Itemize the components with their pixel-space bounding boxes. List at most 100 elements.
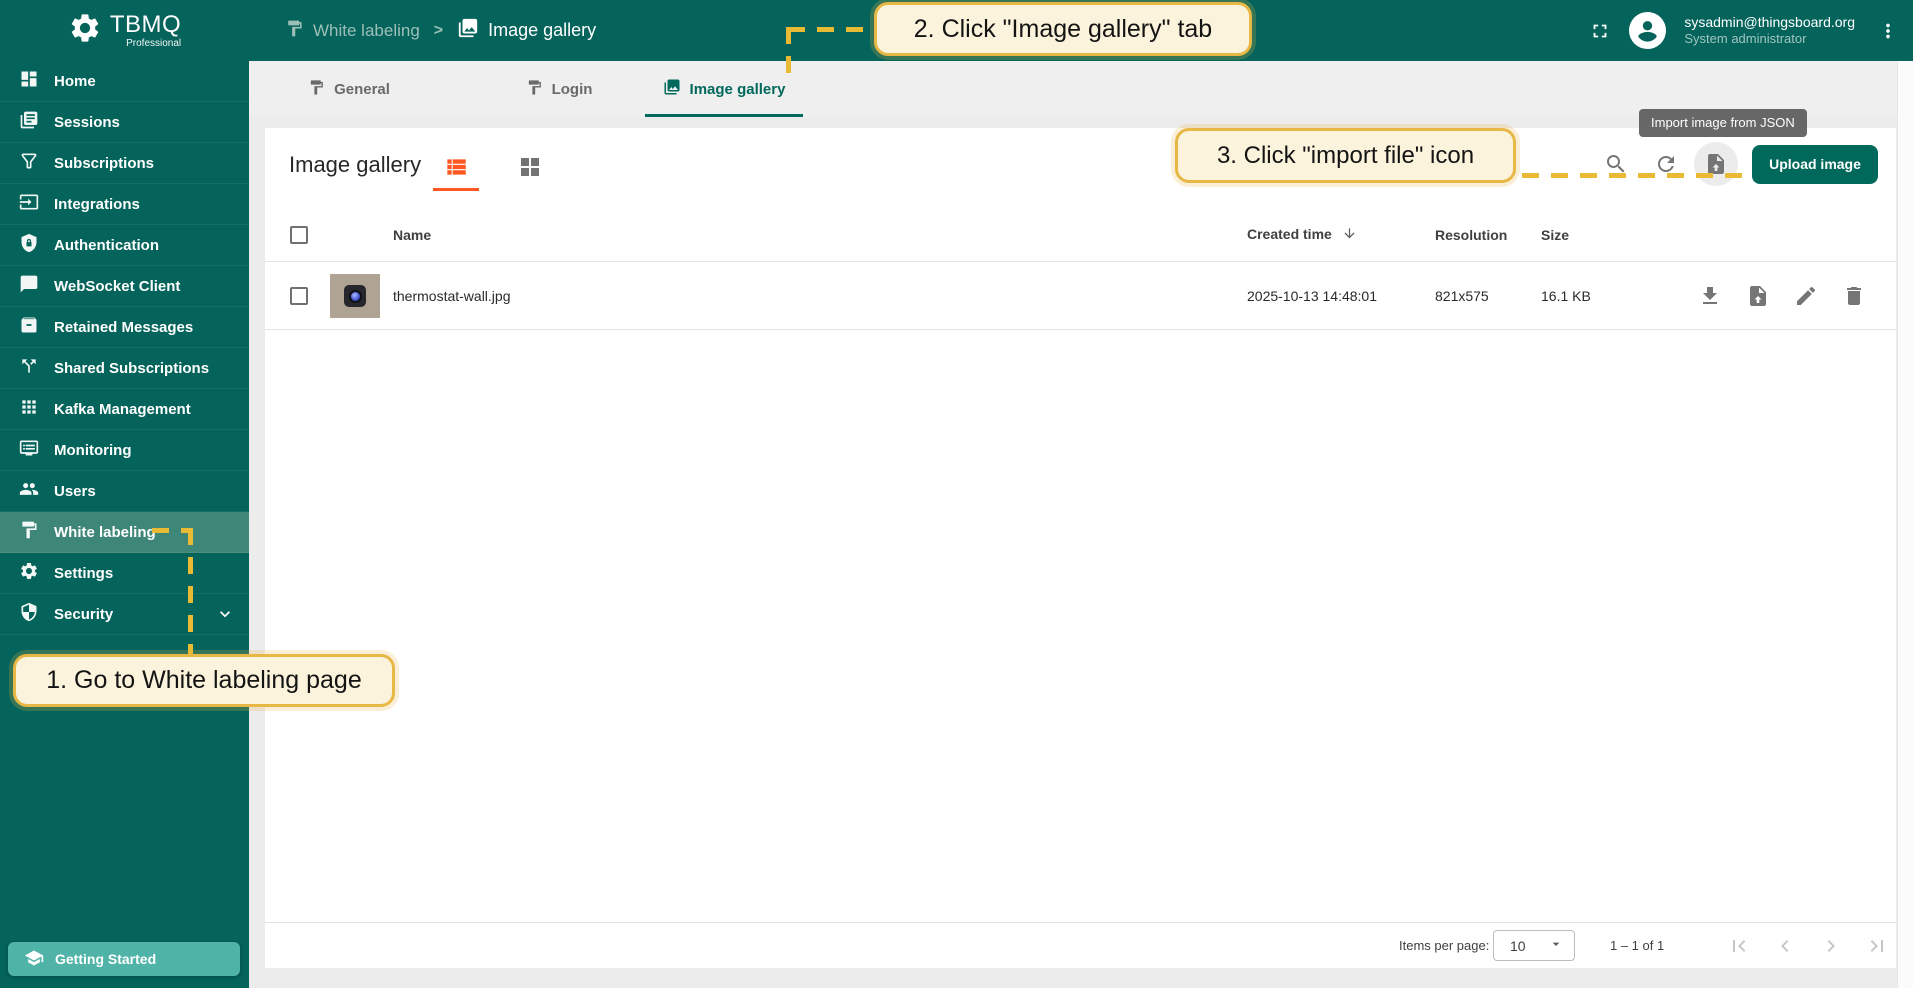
tab-label: General xyxy=(334,80,390,98)
sessions-icon xyxy=(19,110,39,134)
input-icon xyxy=(19,192,39,216)
annotation-step-1: 1. Go to White labeling page xyxy=(13,654,395,707)
sidebar-item-security[interactable]: Security xyxy=(0,594,249,635)
gallery-toolbar: Image gallery Upload image xyxy=(265,128,1896,208)
breadcrumb-white-labeling[interactable]: White labeling xyxy=(285,19,420,43)
sidebar-item-label: Monitoring xyxy=(54,441,132,459)
people-icon xyxy=(19,479,39,503)
breadcrumb-current-label: Image gallery xyxy=(488,20,597,40)
getting-started-button[interactable]: Getting Started xyxy=(8,942,240,976)
annotation-connector-2-horizontal xyxy=(788,27,874,32)
grid-view-icon[interactable] xyxy=(507,148,553,186)
annotation-connector-1-horizontal xyxy=(152,528,192,533)
tab-image-gallery[interactable]: Image gallery xyxy=(645,61,803,117)
sidebar-item-label: Kafka Management xyxy=(54,400,191,418)
sidebar-item-shared-subscriptions[interactable]: Shared Subscriptions xyxy=(0,348,249,389)
sort-descending-icon xyxy=(1342,226,1357,244)
column-header-resolution[interactable]: Resolution xyxy=(1435,227,1507,243)
sidebar-item-integrations[interactable]: Integrations xyxy=(0,184,249,225)
edit-icon[interactable] xyxy=(1794,284,1818,308)
delete-icon[interactable] xyxy=(1842,284,1866,308)
filter-icon xyxy=(19,151,39,175)
sidebar-item-sessions[interactable]: Sessions xyxy=(0,102,249,143)
sidebar-item-label: Home xyxy=(54,72,96,90)
sidebar-item-users[interactable]: Users xyxy=(0,471,249,512)
table-row[interactable]: thermostat-wall.jpg 2025-10-13 14:48:01 … xyxy=(265,262,1896,330)
sidebar-item-retained-messages[interactable]: Retained Messages xyxy=(0,307,249,348)
upload-image-button[interactable]: Upload image xyxy=(1752,144,1878,184)
pagination-range: 1 – 1 of 1 xyxy=(1610,938,1665,953)
header-right: sysadmin@thingsboard.org System administ… xyxy=(1589,0,1899,61)
list-view-icon[interactable] xyxy=(433,148,479,191)
sidebar-item-subscriptions[interactable]: Subscriptions xyxy=(0,143,249,184)
scrollbar-track[interactable] xyxy=(1897,61,1913,988)
paint-roller-icon xyxy=(308,79,325,100)
chat-icon xyxy=(19,274,39,298)
download-icon[interactable] xyxy=(1698,284,1722,308)
next-page-icon[interactable] xyxy=(1819,934,1843,958)
import-file-icon[interactable] xyxy=(1694,142,1738,186)
sidebar-item-label: Shared Subscriptions xyxy=(54,359,210,377)
sidebar-item-label: White labeling xyxy=(54,523,156,541)
paint-roller-icon xyxy=(526,79,543,100)
cell-resolution: 821x575 xyxy=(1435,287,1489,304)
more-vert-icon[interactable] xyxy=(1877,20,1899,42)
breadcrumb-parent-label: White labeling xyxy=(313,20,420,40)
avatar[interactable] xyxy=(1629,12,1667,49)
tab-login[interactable]: Login xyxy=(504,61,614,117)
split-icon xyxy=(19,356,39,380)
cell-created-time: 2025-10-13 14:48:01 xyxy=(1247,287,1377,304)
annotation-connector-1-vertical xyxy=(188,528,193,654)
last-page-icon[interactable] xyxy=(1865,934,1889,958)
pagination-bar: Items per page: 10 1 – 1 of 1 xyxy=(265,922,1896,968)
page-size-value: 10 xyxy=(1510,937,1526,954)
search-icon[interactable] xyxy=(1594,142,1638,186)
app-logo[interactable]: TBMQ Professional xyxy=(0,11,249,50)
breadcrumb-separator: > xyxy=(433,21,444,39)
refresh-icon[interactable] xyxy=(1644,142,1688,186)
shield-icon xyxy=(19,602,39,626)
image-thumbnail[interactable] xyxy=(330,274,380,318)
column-header-created-time[interactable]: Created time xyxy=(1247,225,1357,243)
items-per-page-label: Items per page: xyxy=(1399,938,1490,953)
thermostat-thumbnail-art xyxy=(344,285,366,307)
chevron-down-icon[interactable] xyxy=(215,604,235,624)
select-all-checkbox[interactable] xyxy=(290,225,308,244)
getting-started-label: Getting Started xyxy=(55,951,157,967)
apps-icon xyxy=(19,397,39,421)
column-header-name[interactable]: Name xyxy=(393,227,431,243)
tab-general[interactable]: General xyxy=(284,61,414,117)
cell-size: 16.1 KB xyxy=(1541,287,1591,304)
sidebar-item-kafka-management[interactable]: Kafka Management xyxy=(0,389,249,430)
previous-page-icon[interactable] xyxy=(1773,934,1797,958)
sidebar-item-authentication[interactable]: Authentication xyxy=(0,225,249,266)
monitor-icon xyxy=(19,438,39,462)
sidebar-item-websocket-client[interactable]: WebSocket Client xyxy=(0,266,249,307)
logo-text: TBMQ Professional xyxy=(110,12,181,49)
sidebar-item-label: Users xyxy=(54,482,96,500)
sidebar-item-label: Security xyxy=(54,605,114,623)
fullscreen-icon[interactable] xyxy=(1589,20,1611,42)
sidebar-item-label: Sessions xyxy=(54,113,120,131)
sidebar-item-settings[interactable]: Settings xyxy=(0,553,249,594)
sidebar-item-label: WebSocket Client xyxy=(54,277,181,295)
user-info[interactable]: sysadmin@thingsboard.org System administ… xyxy=(1684,14,1855,48)
export-file-icon[interactable] xyxy=(1746,284,1770,308)
sidebar: Home Sessions Subscriptions Integrations… xyxy=(0,61,249,988)
sidebar-item-label: Integrations xyxy=(54,195,140,213)
row-checkbox[interactable] xyxy=(290,286,308,305)
image-gallery-icon xyxy=(457,17,479,44)
sidebar-item-monitoring[interactable]: Monitoring xyxy=(0,430,249,471)
user-role: System administrator xyxy=(1684,31,1807,47)
column-header-size[interactable]: Size xyxy=(1541,227,1569,243)
image-gallery-icon xyxy=(663,78,681,100)
tab-label: Image gallery xyxy=(689,80,786,98)
gear-icon xyxy=(19,561,39,585)
cell-image-name: thermostat-wall.jpg xyxy=(393,287,511,304)
first-page-icon[interactable] xyxy=(1727,934,1751,958)
archive-icon xyxy=(19,315,39,339)
user-email: sysadmin@thingsboard.org xyxy=(1684,13,1855,30)
sidebar-item-home[interactable]: Home xyxy=(0,61,249,102)
sidebar-item-white-labeling[interactable]: White labeling xyxy=(0,512,249,553)
page-size-select[interactable]: 10 xyxy=(1493,930,1575,961)
